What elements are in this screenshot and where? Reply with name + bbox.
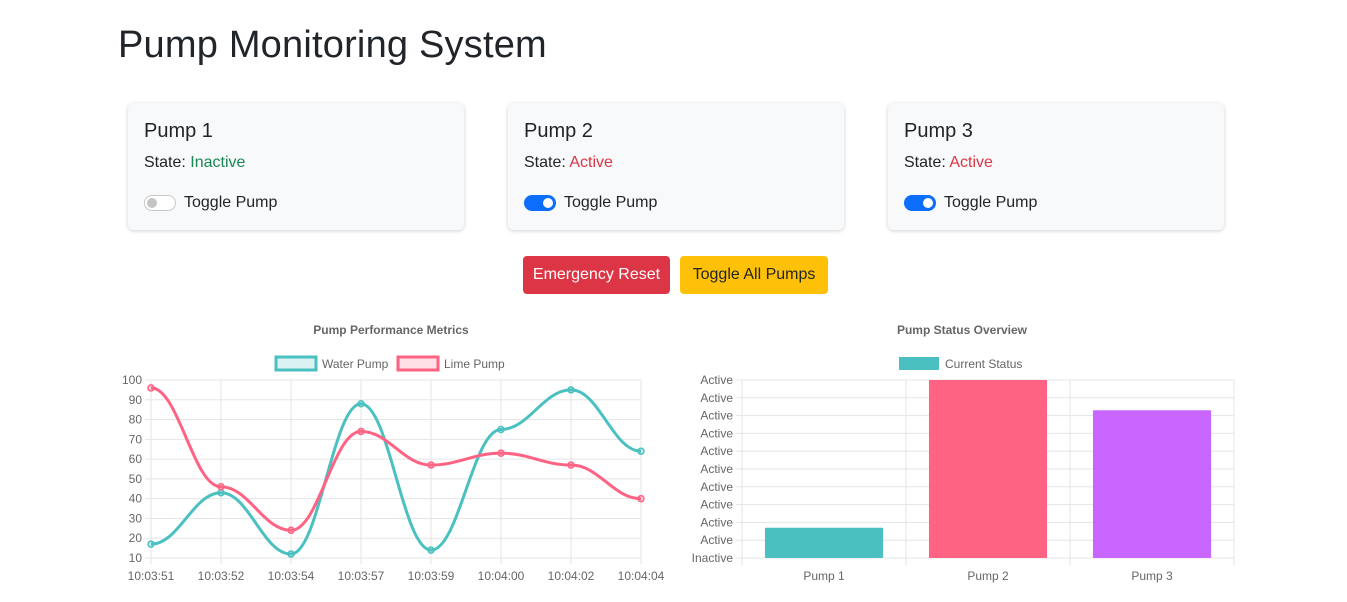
data-point: [217, 483, 225, 491]
bar-chart-title: Pump Status Overview: [897, 323, 1028, 337]
data-point: [637, 494, 645, 503]
y-tick-label: 60: [129, 452, 143, 466]
data-point: [287, 550, 295, 558]
x-tick-label: Pump 1: [803, 569, 845, 583]
y-tick-label: 50: [129, 472, 143, 486]
data-point: [357, 427, 365, 436]
data-point: [287, 526, 295, 535]
y-tick-label: Active: [700, 391, 733, 405]
y-tick-label: Active: [700, 444, 733, 458]
y-tick-label: Inactive: [692, 551, 734, 565]
y-tick-label: 20: [129, 531, 143, 545]
data-point: [567, 386, 575, 394]
data-point: [427, 461, 435, 469]
performance-line-chart: Pump Performance Metrics Water Pump Lime P…: [122, 323, 1235, 583]
legend-label: Lime Pump: [444, 357, 505, 371]
y-tick-label: 80: [129, 413, 143, 427]
y-tick-label: 30: [129, 511, 143, 525]
x-tick-label: 10:03:54: [268, 569, 315, 583]
legend-swatch: [396, 355, 440, 372]
y-tick-label: Active: [700, 515, 733, 529]
bar: [764, 527, 884, 558]
data-point: [637, 447, 645, 455]
legend-swatch: [274, 355, 318, 372]
x-tick-label: Pump 3: [1131, 569, 1173, 583]
data-point: [357, 399, 365, 408]
line-chart-title: Pump Performance Metrics: [313, 323, 469, 337]
x-tick-label: Pump 2: [967, 569, 1009, 583]
y-tick-label: Active: [700, 462, 733, 476]
y-tick-label: Active: [700, 480, 733, 494]
y-tick-label: Active: [700, 409, 733, 423]
data-point: [147, 384, 155, 392]
y-tick-label: 40: [129, 492, 143, 506]
y-tick-label: 90: [129, 393, 143, 407]
data-point: [147, 540, 155, 548]
y-tick-label: Active: [700, 533, 733, 547]
data-point: [427, 546, 435, 554]
x-tick-label: 10:04:02: [548, 569, 595, 583]
data-point: [497, 425, 505, 434]
x-tick-label: 10:03:52: [198, 569, 245, 583]
legend-label: Water Pump: [322, 357, 389, 371]
y-tick-label: Active: [700, 426, 733, 440]
x-tick-label: 10:04:00: [478, 569, 525, 583]
series-line: [150, 388, 642, 556]
y-tick-label: 10: [129, 551, 143, 565]
x-tick-label: 10:03:51: [128, 569, 175, 583]
legend-label: Current Status: [945, 357, 1022, 371]
data-point: [497, 449, 505, 457]
y-tick-label: 70: [129, 432, 143, 446]
x-tick-label: 10:03:57: [338, 569, 385, 583]
bar: [1092, 410, 1212, 558]
legend-swatch: [899, 357, 939, 370]
data-point: [567, 461, 575, 469]
data-point: [217, 488, 225, 497]
x-tick-label: 10:04:04: [618, 569, 665, 583]
y-tick-label: 100: [122, 373, 142, 387]
x-tick-label: 10:03:59: [408, 569, 455, 583]
bar: [928, 380, 1048, 558]
y-tick-label: Active: [700, 498, 733, 512]
y-tick-label: Active: [700, 373, 733, 387]
